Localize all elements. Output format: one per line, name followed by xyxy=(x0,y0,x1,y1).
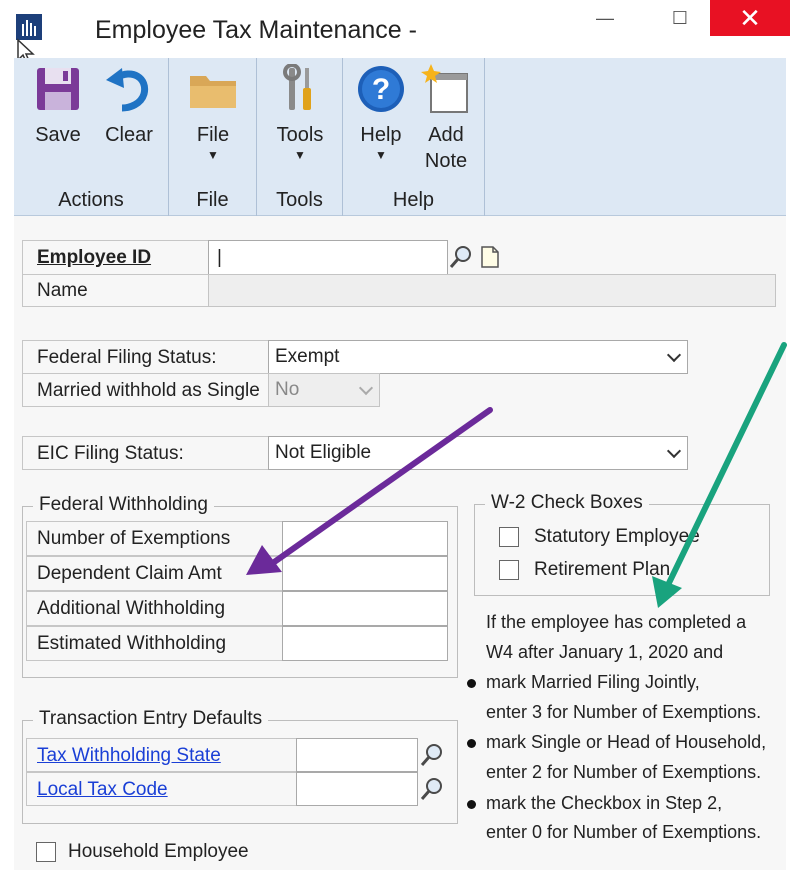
annotation-arrows xyxy=(246,342,787,608)
purple-arrow-icon xyxy=(246,407,493,575)
green-arrow-icon xyxy=(652,342,787,608)
